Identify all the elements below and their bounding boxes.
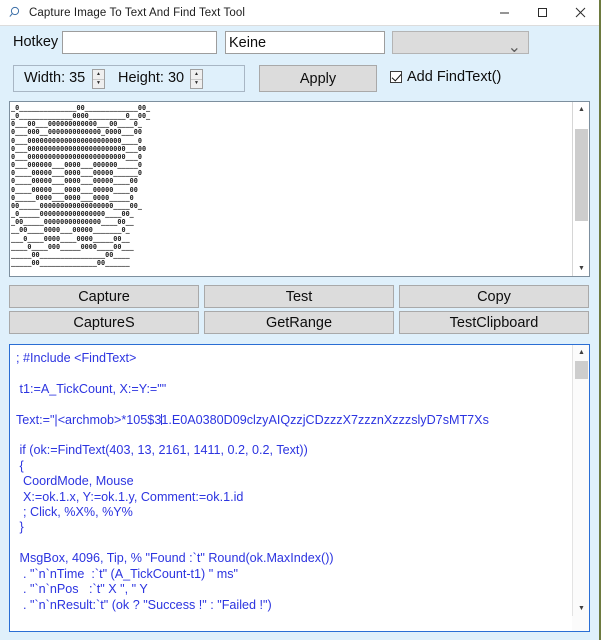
scrollbar-corner: [572, 616, 589, 631]
add-findtext-label: Add FindText(): [407, 69, 502, 85]
ascii-art-text: _0______________00_____________00_ _0___…: [11, 104, 151, 267]
width-stepper-down[interactable]: ▼: [93, 80, 104, 89]
code-after-caret: 1.E0A0380D09clzyAIQzzjCDzzzX7zzznXzzzsly…: [19, 412, 489, 612]
width-label: Width: 35: [24, 70, 86, 86]
code-editor-scrollbar[interactable]: ▲ ▼: [572, 345, 589, 631]
chevron-down-icon: ⌄: [507, 39, 521, 56]
code-scroll-down-icon[interactable]: ▼: [573, 601, 589, 616]
close-button[interactable]: [561, 0, 599, 25]
title-bar: Capture Image To Text And Find Text Tool: [0, 0, 599, 26]
window-controls: [485, 0, 599, 25]
height-label: Height: 30: [118, 70, 185, 86]
hotkey-input[interactable]: [62, 31, 217, 54]
height-stepper[interactable]: ▲ ▼: [190, 69, 203, 89]
keine-input[interactable]: [225, 31, 385, 54]
capture-button[interactable]: Capture: [9, 285, 199, 308]
magnifier-icon: [5, 0, 25, 25]
scroll-down-icon[interactable]: ▼: [573, 261, 589, 276]
code-editor-text[interactable]: ; #Include <FindText> t1:=A_TickCount, X…: [16, 351, 572, 613]
apply-button[interactable]: Apply: [259, 65, 377, 92]
copy-button[interactable]: Copy: [399, 285, 589, 308]
hotkey-row: Hotkey ⌄: [0, 25, 599, 61]
add-findtext-checkbox[interactable]: [390, 71, 402, 83]
code-scroll-thumb[interactable]: [575, 361, 588, 379]
width-stepper[interactable]: ▲ ▼: [92, 69, 105, 89]
hotkey-label: Hotkey: [13, 34, 59, 50]
code-editor-panel[interactable]: ; #Include <FindText> t1:=A_TickCount, X…: [9, 344, 590, 632]
action-button-grid: Capture Test Copy CaptureS GetRange Test…: [9, 285, 590, 337]
test-button[interactable]: Test: [204, 285, 394, 308]
ascii-art-panel[interactable]: _0______________00_____________00_ _0___…: [9, 101, 590, 277]
hotkey-mode-combobox[interactable]: ⌄: [392, 31, 529, 56]
getrange-button[interactable]: GetRange: [204, 311, 394, 334]
height-stepper-down[interactable]: ▼: [191, 80, 202, 89]
height-stepper-up[interactable]: ▲: [191, 70, 202, 80]
testclipboard-button[interactable]: TestClipboard: [399, 311, 589, 334]
captures-button[interactable]: CaptureS: [9, 311, 199, 334]
add-findtext-checkbox-row[interactable]: Add FindText(): [390, 69, 501, 85]
scroll-up-icon[interactable]: ▲: [573, 102, 589, 117]
maximize-button[interactable]: [523, 0, 561, 25]
code-scroll-up-icon[interactable]: ▲: [573, 345, 589, 360]
size-row: Width: 35 ▲ ▼ Height: 30 ▲ ▼ Apply Add F…: [0, 61, 599, 97]
ascii-art-scroll-thumb[interactable]: [575, 128, 588, 221]
window-title: Capture Image To Text And Find Text Tool: [29, 6, 246, 19]
width-stepper-up[interactable]: ▲: [93, 70, 104, 80]
minimize-button[interactable]: [485, 0, 523, 25]
capture-size-group: Width: 35 ▲ ▼ Height: 30 ▲ ▼: [13, 65, 245, 92]
ascii-art-scrollbar[interactable]: ▲ ▼: [572, 102, 589, 276]
code-before-caret: ; #Include <FindText> t1:=A_TickCount, X…: [16, 351, 167, 427]
application-window: Capture Image To Text And Find Text Tool…: [0, 0, 601, 640]
